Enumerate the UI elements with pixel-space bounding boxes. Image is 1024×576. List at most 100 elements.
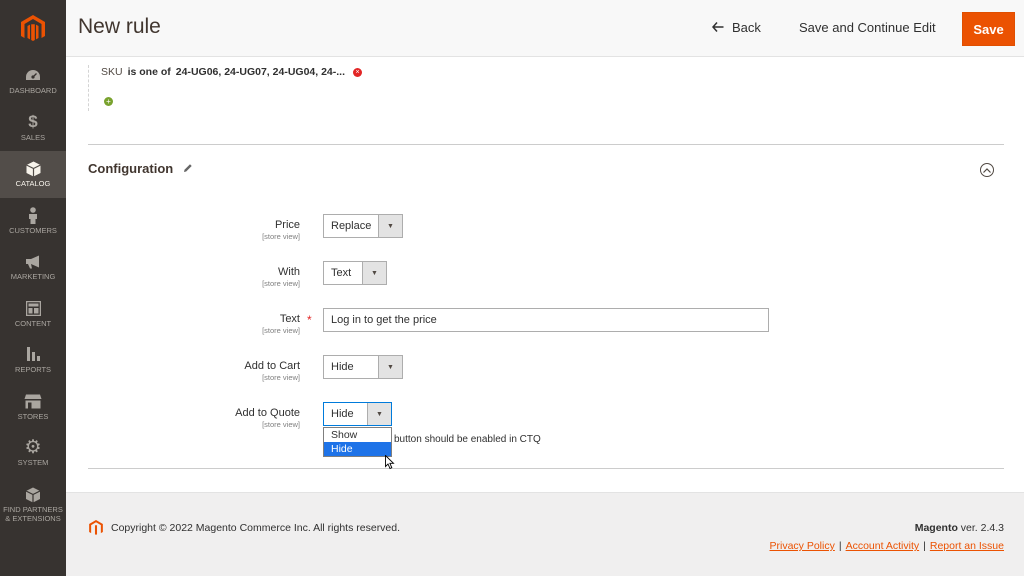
add-to-quote-options: Show Hide	[323, 427, 392, 457]
sidebar-item-content[interactable]: Content	[0, 291, 66, 338]
gear-icon: ⚙	[24, 437, 42, 459]
sidebar-item-label: Marketing	[10, 272, 56, 282]
page-title: New rule	[78, 15, 161, 38]
sidebar-item-partners[interactable]: Find Partners & Extensions	[0, 477, 66, 533]
text-input[interactable]: Log in to get the price	[323, 308, 769, 332]
select-value: Hide	[331, 408, 354, 420]
section-divider	[88, 144, 1004, 145]
sidebar-item-reports[interactable]: Reports	[0, 337, 66, 384]
pencil-icon	[183, 162, 193, 176]
back-button-label: Back	[732, 20, 761, 35]
price-select[interactable]: Replace ▼	[323, 214, 403, 238]
condition-operator[interactable]: is one of	[128, 66, 171, 78]
page-header: New rule Back Save and Continue Edit Sav…	[66, 0, 1024, 57]
scope-label: [store view]	[262, 232, 300, 241]
chevron-down-icon: ▼	[378, 215, 402, 237]
condition-attribute[interactable]: SKU	[101, 66, 123, 78]
magento-logo-icon	[21, 15, 45, 41]
sidebar-item-label: Stores	[17, 411, 49, 421]
cube-icon	[25, 486, 41, 503]
chevron-down-icon: ▼	[378, 356, 402, 378]
add-condition-icon[interactable]: +	[104, 97, 113, 106]
privacy-policy-link[interactable]: Privacy Policy	[770, 540, 835, 552]
sidebar-item-label: Dashboard	[9, 86, 57, 96]
field-label: Add to Cart	[244, 360, 300, 372]
select-value: Text	[331, 267, 352, 279]
condition-tree-line	[88, 65, 90, 111]
save-and-continue-button[interactable]: Save and Continue Edit	[799, 20, 936, 35]
note-text: button should be enabled in CTQ	[394, 434, 541, 445]
magento-logo-icon	[89, 520, 103, 541]
scope-label: [store view]	[262, 373, 300, 382]
person-icon	[27, 206, 39, 224]
report-issue-link[interactable]: Report an Issue	[930, 540, 1004, 552]
copyright-text: Copyright © 2022 Magento Commerce Inc. A…	[111, 522, 401, 534]
sidebar-item-label: Find Partners & Extensions	[3, 505, 63, 523]
link-separator: |	[923, 540, 926, 552]
required-marker: *	[307, 313, 312, 327]
sidebar-item-system[interactable]: ⚙ System	[0, 430, 66, 477]
brand-name: Magento	[914, 522, 958, 534]
sidebar-item-label: System	[17, 458, 49, 468]
sidebar-item-dashboard[interactable]: Dashboard	[0, 58, 66, 105]
dropdown-option-hide[interactable]: Hide	[324, 442, 391, 456]
sidebar-item-sales[interactable]: $ Sales	[0, 105, 66, 152]
magento-logo[interactable]	[0, 0, 66, 58]
field-label: Text	[279, 313, 300, 325]
add-to-cart-select[interactable]: Hide ▼	[323, 355, 403, 379]
mouse-cursor-icon	[385, 454, 395, 475]
chevron-up-icon[interactable]	[980, 163, 994, 177]
with-label: With [store view]	[100, 266, 300, 288]
back-button[interactable]: Back	[711, 20, 761, 35]
add-to-quote-label: Add to Quote [store view]	[100, 407, 300, 429]
box-icon	[25, 160, 41, 177]
condition-row: SKU is one of 24-UG06, 24-UG07, 24-UG04,…	[101, 66, 363, 78]
version-number: ver. 2.4.3	[960, 522, 1004, 534]
sidebar-item-marketing[interactable]: Marketing	[0, 244, 66, 291]
megaphone-icon	[25, 253, 42, 270]
bar-chart-icon	[26, 346, 41, 363]
sidebar-item-label: Catalog	[15, 179, 51, 189]
scope-label: [store view]	[262, 326, 300, 335]
scope-label: [store view]	[262, 420, 300, 429]
sidebar-item-label: Sales	[20, 132, 46, 142]
store-icon	[24, 393, 42, 410]
admin-sidebar: Dashboard $ Sales Catalog Customers Mark…	[0, 0, 66, 576]
select-value: Hide	[331, 361, 354, 373]
text-label: Text [store view]	[100, 313, 300, 335]
sidebar-item-label: Reports	[14, 365, 52, 375]
section-divider	[88, 468, 1004, 469]
dollar-icon: $	[28, 112, 38, 132]
scope-label: [store view]	[262, 279, 300, 288]
save-button[interactable]: Save	[962, 12, 1015, 46]
dropdown-option-show[interactable]: Show	[324, 428, 391, 442]
arrow-left-icon	[711, 20, 724, 35]
layout-icon	[25, 300, 41, 317]
link-separator: |	[838, 540, 842, 552]
field-label: Price	[274, 219, 300, 231]
configuration-section-header[interactable]: Configuration	[88, 161, 193, 176]
add-to-cart-label: Add to Cart [store view]	[100, 360, 300, 382]
chevron-down-icon: ▼	[362, 262, 386, 284]
chevron-down-icon: ▼	[367, 403, 391, 425]
remove-condition-icon[interactable]: ×	[353, 67, 363, 77]
version-text: Magento ver. 2.4.3	[915, 522, 1004, 534]
footer-links: Privacy Policy | Account Activity | Repo…	[770, 540, 1005, 552]
price-label: Price [store view]	[100, 219, 300, 241]
section-title: Configuration	[88, 161, 174, 176]
sidebar-item-customers[interactable]: Customers	[0, 198, 66, 245]
sidebar-item-label: Customers	[9, 225, 57, 235]
field-label: Add to Quote	[235, 407, 300, 419]
with-select[interactable]: Text ▼	[323, 261, 387, 285]
sidebar-item-label: Content	[14, 318, 52, 328]
condition-value[interactable]: 24-UG06, 24-UG07, 24-UG04, 24-...	[176, 66, 345, 78]
add-to-quote-select[interactable]: Hide ▼	[323, 402, 392, 426]
sidebar-item-stores[interactable]: Stores	[0, 384, 66, 431]
field-label: With	[278, 266, 300, 278]
dashboard-icon	[25, 67, 41, 84]
main-content: SKU is one of 24-UG06, 24-UG07, 24-UG04,…	[66, 57, 1024, 492]
sidebar-item-catalog[interactable]: Catalog	[0, 151, 66, 198]
account-activity-link[interactable]: Account Activity	[846, 540, 920, 552]
select-value: Replace	[331, 220, 372, 232]
page-footer: Copyright © 2022 Magento Commerce Inc. A…	[66, 492, 1024, 576]
